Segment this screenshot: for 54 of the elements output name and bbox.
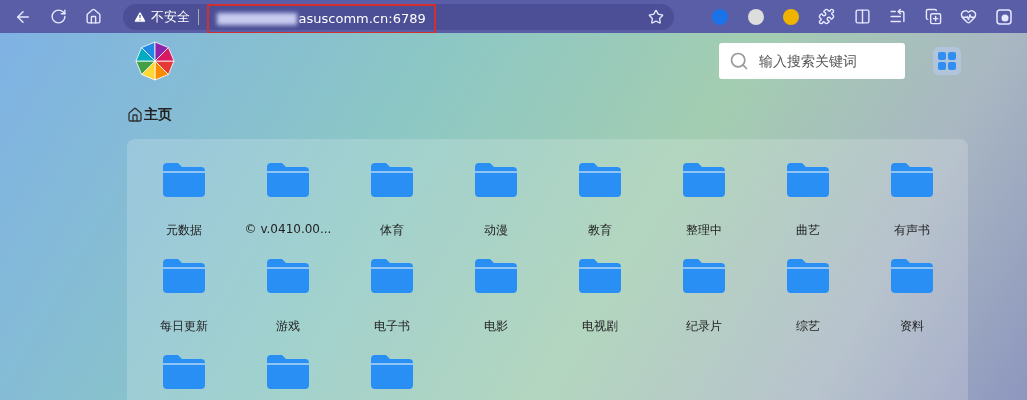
refresh-icon [49,8,67,25]
folder-icon[interactable] [683,163,725,197]
folder-label[interactable]: 电子书 [374,318,410,335]
folder-icon[interactable] [163,355,205,389]
home-icon [85,8,103,25]
favorite-star-icon[interactable] [647,8,664,25]
folder-icon[interactable] [787,163,829,197]
folder-icon[interactable] [371,163,413,197]
folder-icon[interactable] [371,259,413,293]
folder-label[interactable]: 电视剧 [582,318,618,335]
folder-icon[interactable] [371,355,413,389]
folder-icon[interactable] [787,259,829,293]
folder-label[interactable]: 综艺 [796,318,820,335]
folder-label[interactable]: 教育 [588,222,612,239]
warning-icon [132,9,147,24]
folder-icon[interactable] [475,259,517,293]
folder-icon[interactable] [163,163,205,197]
folder-label[interactable]: 整理中 [686,222,722,239]
folder-label[interactable]: 有声书 [894,222,930,239]
browser-logo-icon [996,8,1013,25]
folder-icon[interactable] [267,163,309,197]
copy-plus-icon [924,8,942,25]
folder-icon[interactable] [475,163,517,197]
list-icon [889,8,907,25]
folder-label[interactable]: 游戏 [276,318,300,335]
grid-view-button[interactable] [933,47,961,75]
url-text: asuscomm.cn:6789 [298,11,426,26]
folder-icon[interactable] [267,259,309,293]
puzzle-icon [818,8,836,25]
address-bar[interactable]: 不安全 asuscomm.cn:6789 [122,3,674,30]
folder-label[interactable]: 每日更新 [160,318,208,335]
split-screen-icon [853,8,871,25]
folder-label[interactable]: 纪录片 [686,318,722,335]
heart-pulse-icon [960,8,978,25]
folder-label[interactable]: 电影 [484,318,508,335]
folder-label[interactable]: 动漫 [484,222,508,239]
security-warning[interactable]: 不安全 [132,7,190,26]
house-icon [127,107,143,123]
folder-label[interactable]: 资料 [900,318,924,335]
pinwheel-logo [135,41,175,81]
folder-label[interactable]: © v.0410.00... [244,222,332,236]
folder-icon[interactable] [891,163,933,197]
folder-icon[interactable] [579,163,621,197]
folder-label[interactable]: 曲艺 [796,222,820,239]
folder-icon[interactable] [891,259,933,293]
folder-icon[interactable] [579,259,621,293]
search-field[interactable]: 输入搜索关键词 [719,43,905,79]
search-icon [729,51,749,71]
folder-label[interactable]: 体育 [380,222,404,239]
folder-icon[interactable] [267,355,309,389]
folder-icon[interactable] [683,259,725,293]
folder-label[interactable]: 元数据 [166,222,202,239]
folder-icon[interactable] [163,259,205,293]
breadcrumb-label[interactable]: 主页 [144,106,172,124]
